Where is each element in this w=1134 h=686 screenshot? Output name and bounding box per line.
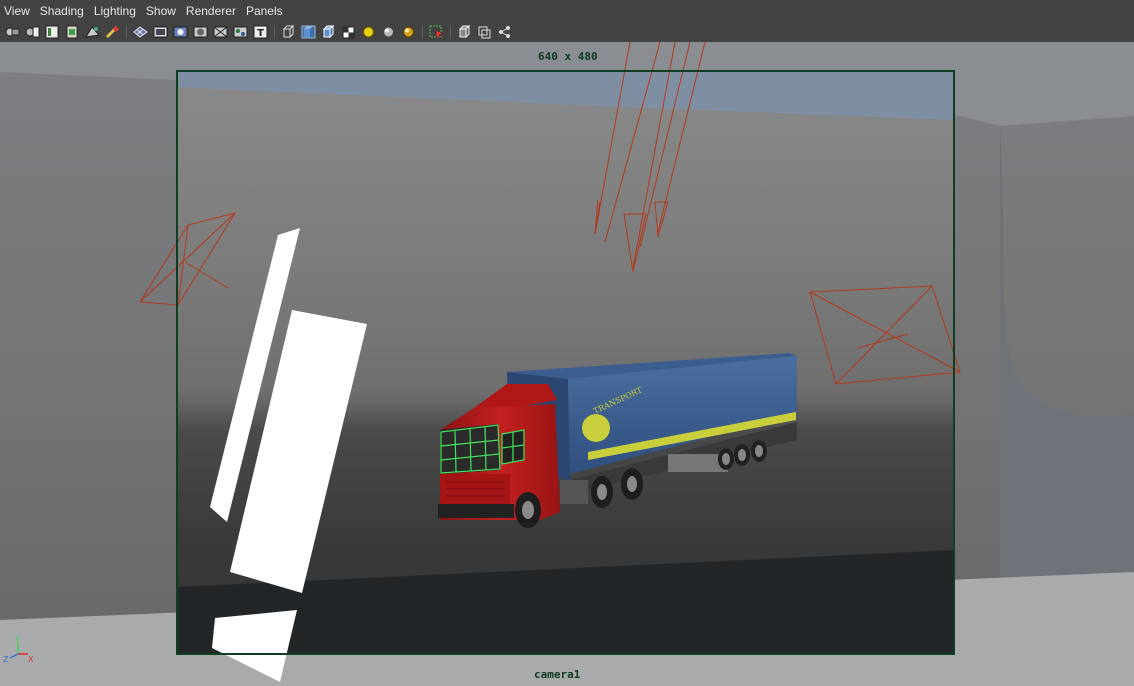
select-camera-icon[interactable]: [4, 25, 20, 40]
hubcap: [597, 484, 607, 500]
xray-joints-icon[interactable]: [496, 25, 512, 40]
textured-icon[interactable]: [340, 25, 356, 40]
wireframe-on-shaded-icon[interactable]: [320, 25, 336, 40]
fuel-tank: [560, 480, 588, 504]
toolbar-separator: [126, 25, 127, 39]
menu-show[interactable]: Show: [142, 4, 182, 18]
menu-view[interactable]: View: [0, 4, 36, 18]
axis-y-label: Y: [14, 635, 20, 644]
menu-shading[interactable]: Shading: [36, 4, 90, 18]
two-d-pan-zoom-icon[interactable]: [84, 25, 100, 40]
scene-canvas[interactable]: TRANSPORT Y X Z: [0, 42, 1134, 686]
hubcap: [755, 445, 763, 457]
trailer-logo: [582, 414, 610, 442]
screen-space-ao-icon[interactable]: [400, 25, 416, 40]
hubcap: [627, 476, 637, 492]
safe-action-icon[interactable]: [232, 25, 248, 40]
isolate-select-icon[interactable]: [428, 25, 444, 40]
field-chart-icon[interactable]: [212, 25, 228, 40]
toolbar-separator: [274, 25, 275, 39]
toolbar-separator: [450, 25, 451, 39]
grid-icon[interactable]: [132, 25, 148, 40]
axis-z-label: Z: [3, 655, 9, 664]
panel-toolbar: T: [0, 22, 1134, 42]
xray-active-components-icon[interactable]: [476, 25, 492, 40]
use-all-lights-icon[interactable]: [360, 25, 376, 40]
film-gate-icon[interactable]: [152, 25, 168, 40]
xray-icon[interactable]: [456, 25, 472, 40]
cab-bumper: [438, 504, 514, 518]
grease-pencil-icon[interactable]: [104, 25, 120, 40]
hubcap: [738, 449, 746, 461]
hubcap: [522, 501, 534, 519]
bookmarks-icon[interactable]: [44, 25, 60, 40]
wireframe-icon[interactable]: [280, 25, 296, 40]
image-plane-icon[interactable]: [64, 25, 80, 40]
camera-attributes-icon[interactable]: [24, 25, 40, 40]
svg-text:T: T: [257, 28, 264, 39]
resolution-label: 640 x 480: [538, 50, 598, 63]
menu-lighting[interactable]: Lighting: [90, 4, 142, 18]
smooth-shade-icon[interactable]: [300, 25, 316, 40]
resolution-gate-icon[interactable]: [172, 25, 188, 40]
shadows-icon[interactable]: [380, 25, 396, 40]
camera-name-label: camera1: [534, 668, 581, 681]
toolbar-separator: [422, 25, 423, 39]
axis-x-label: X: [28, 655, 34, 664]
gate-mask-icon[interactable]: [192, 25, 208, 40]
hubcap: [722, 453, 730, 465]
camera-viewport[interactable]: TRANSPORT Y X Z 640 x 480 camera1: [0, 42, 1134, 686]
safe-title-icon[interactable]: T: [252, 25, 268, 40]
menu-renderer[interactable]: Renderer: [182, 4, 242, 18]
menu-panels[interactable]: Panels: [242, 4, 289, 18]
menu-bar: View Shading Lighting Show Renderer Pane…: [0, 0, 1134, 22]
